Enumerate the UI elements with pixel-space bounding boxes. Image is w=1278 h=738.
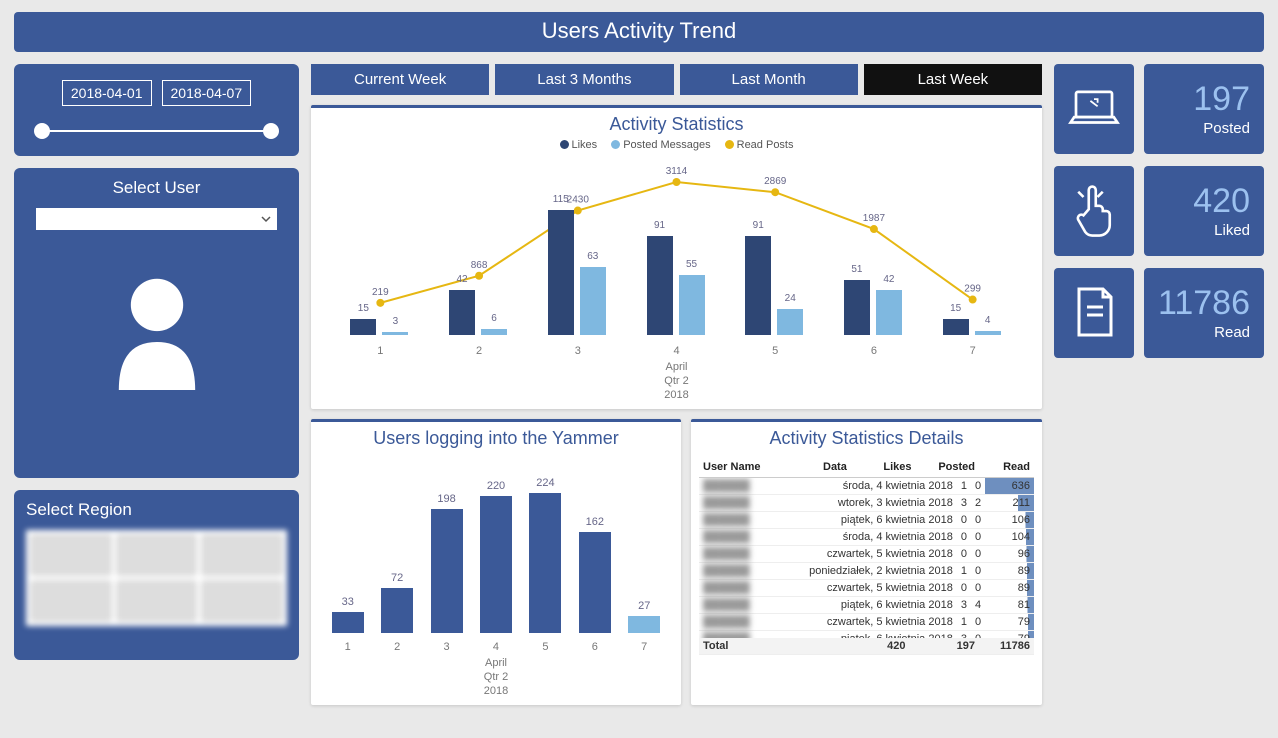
region-cell[interactable]	[30, 580, 112, 622]
table-row[interactable]: ██████wtorek, 3 kwietnia 201832211	[699, 495, 1034, 512]
col-likes[interactable]: Likes	[864, 457, 915, 478]
table-row[interactable]: ██████poniedziałek, 2 kwietnia 20181089	[699, 563, 1034, 580]
region-cell[interactable]	[116, 534, 198, 576]
svg-text:1987: 1987	[863, 213, 886, 224]
table-row[interactable]: ██████czwartek, 5 kwietnia 20180096	[699, 546, 1034, 563]
kpi-read: 11786 Read	[1054, 268, 1264, 358]
select-region-panel: Select Region	[14, 490, 299, 660]
table-row[interactable]: ██████czwartek, 5 kwietnia 20180089	[699, 580, 1034, 597]
activity-chart-sublabel: April Qtr 2 2018	[311, 361, 1042, 401]
col-user[interactable]: User Name	[699, 457, 819, 478]
laptop-icon	[1054, 64, 1134, 154]
table-row[interactable]: ██████piątek, 6 kwietnia 20183079	[699, 631, 1034, 639]
kpi-posted-value: 197	[1193, 82, 1250, 116]
activity-chart-legend: Likes Posted Messages Read Posts	[311, 139, 1042, 151]
region-cell[interactable]	[201, 580, 283, 622]
user-avatar-icon	[102, 270, 212, 395]
details-title: Activity Statistics Details	[691, 422, 1042, 453]
activity-details-card: Activity Statistics Details User Name Da…	[691, 419, 1042, 705]
time-range-tabs: Current Week Last 3 Months Last Month La…	[311, 64, 1042, 95]
table-row[interactable]: ██████piątek, 6 kwietnia 201800106	[699, 512, 1034, 529]
date-to[interactable]: 2018-04-07	[162, 80, 252, 106]
tab-last-week[interactable]: Last Week	[864, 64, 1042, 95]
activity-chart-title: Activity Statistics	[311, 108, 1042, 139]
svg-text:868: 868	[471, 260, 488, 271]
kpi-read-label: Read	[1214, 324, 1250, 341]
yammer-chart-sublabel: April Qtr 2 2018	[311, 657, 681, 697]
svg-text:3114: 3114	[666, 166, 688, 177]
select-user-panel: Select User	[14, 168, 299, 478]
yammer-logins-card: Users logging into the Yammer 1234567 33…	[311, 419, 681, 705]
details-total-row: Total 420 197 11786	[699, 638, 1034, 655]
svg-text:2869: 2869	[764, 176, 787, 187]
svg-text:2430: 2430	[567, 195, 590, 206]
kpi-liked: 420 Liked	[1054, 166, 1264, 256]
chevron-down-icon	[261, 214, 271, 224]
date-range-panel[interactable]: 2018-04-01 2018-04-07	[14, 64, 299, 156]
table-row[interactable]: ██████czwartek, 5 kwietnia 20181079	[699, 614, 1034, 631]
col-read[interactable]: Read	[979, 457, 1034, 478]
select-region-label: Select Region	[26, 500, 287, 520]
kpi-posted-label: Posted	[1203, 120, 1250, 137]
kpi-read-value: 11786	[1158, 286, 1250, 320]
svg-text:219: 219	[372, 287, 389, 298]
document-icon	[1054, 268, 1134, 358]
tab-current-week[interactable]: Current Week	[311, 64, 489, 95]
col-date[interactable]: Data	[819, 457, 864, 478]
date-from[interactable]: 2018-04-01	[62, 80, 152, 106]
yammer-chart[interactable]: 1234567 337219822022416227	[323, 453, 669, 653]
user-dropdown[interactable]	[36, 208, 276, 230]
region-grid[interactable]	[26, 530, 287, 626]
activity-chart[interactable]: 2198682430311428691987299 1234567 153426…	[331, 157, 1022, 357]
activity-statistics-card: Activity Statistics Likes Posted Message…	[311, 105, 1042, 409]
svg-text:299: 299	[964, 284, 981, 295]
tab-last-month[interactable]: Last Month	[680, 64, 858, 95]
tab-last-3-months[interactable]: Last 3 Months	[495, 64, 673, 95]
page-title: Users Activity Trend	[14, 12, 1264, 52]
slider-handle-right[interactable]	[263, 123, 279, 139]
region-cell[interactable]	[201, 534, 283, 576]
table-row[interactable]: ██████środa, 4 kwietnia 201810636	[699, 478, 1034, 495]
select-user-label: Select User	[113, 178, 201, 198]
col-posted[interactable]: Posted	[916, 457, 979, 478]
kpi-liked-value: 420	[1193, 184, 1250, 218]
details-table[interactable]: User Name Data Likes Posted Read	[699, 457, 1034, 478]
click-hand-icon	[1054, 166, 1134, 256]
yammer-chart-title: Users logging into the Yammer	[311, 422, 681, 453]
region-cell[interactable]	[116, 580, 198, 622]
table-row[interactable]: ██████piątek, 6 kwietnia 20183481	[699, 597, 1034, 614]
region-cell[interactable]	[30, 534, 112, 576]
table-row[interactable]: ██████środa, 4 kwietnia 201800104	[699, 529, 1034, 546]
kpi-liked-label: Liked	[1214, 222, 1250, 239]
kpi-posted: 197 Posted	[1054, 64, 1264, 154]
slider-handle-left[interactable]	[34, 123, 50, 139]
date-slider[interactable]	[40, 122, 273, 140]
